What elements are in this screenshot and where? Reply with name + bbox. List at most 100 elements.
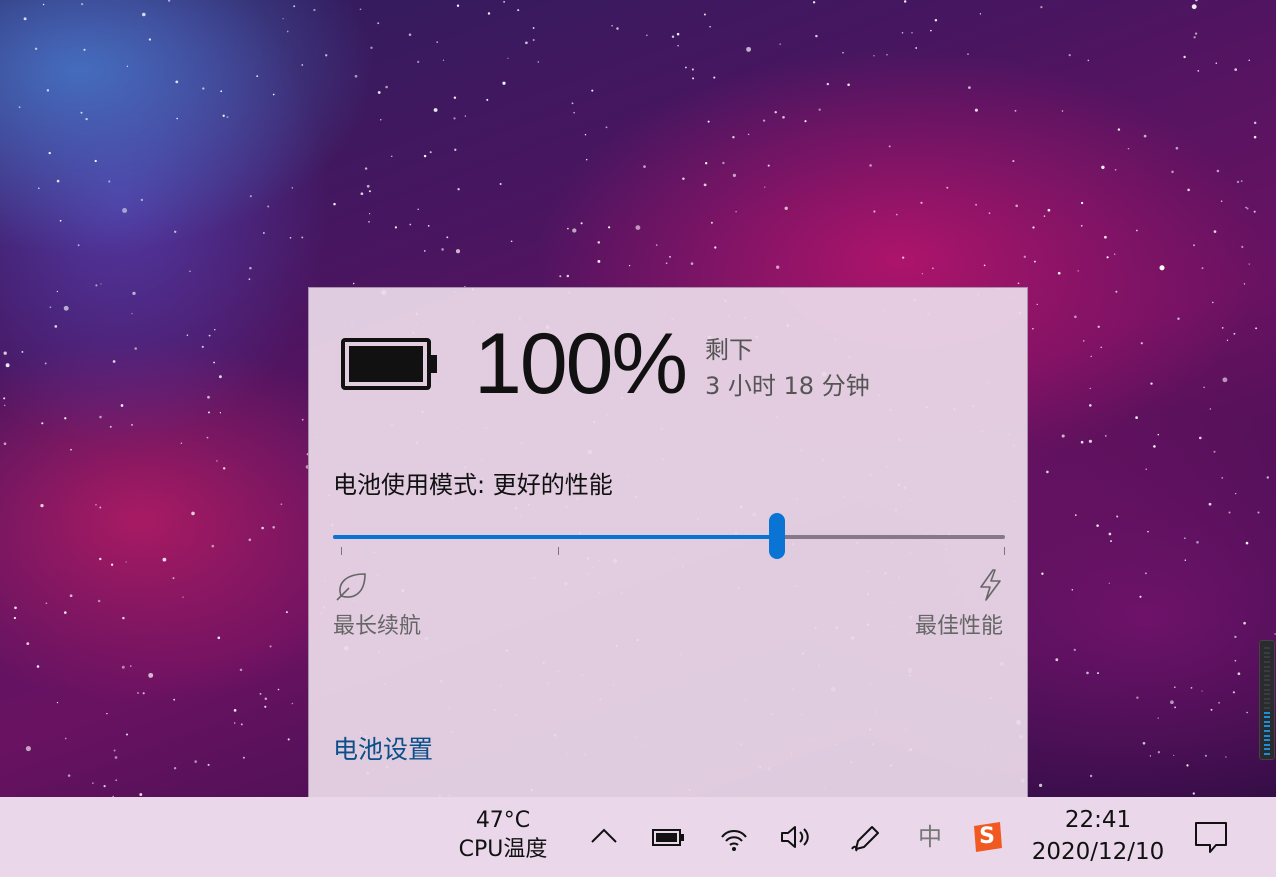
star: [1222, 377, 1228, 383]
star: [206, 436, 209, 439]
slider-thumb[interactable]: [769, 513, 785, 559]
star: [423, 250, 426, 252]
sogou-icon[interactable]: S: [970, 820, 1004, 854]
star: [1159, 265, 1165, 271]
star: [1184, 537, 1186, 539]
star: [13, 616, 17, 620]
slider-fill: [333, 535, 777, 539]
star: [220, 90, 223, 93]
star: [3, 351, 7, 355]
star: [408, 33, 412, 36]
battery-icon[interactable]: [650, 819, 686, 855]
star: [1246, 207, 1249, 210]
power-mode-slider[interactable]: [333, 513, 1005, 559]
star: [1201, 690, 1203, 692]
star: [80, 111, 83, 114]
star: [1212, 301, 1214, 304]
best-battery-label: 最长续航: [333, 614, 422, 639]
star: [762, 119, 766, 122]
star: [191, 511, 195, 516]
star: [1014, 109, 1017, 112]
star: [359, 8, 362, 11]
star: [240, 723, 243, 726]
meter-level: [1264, 697, 1270, 700]
star: [1089, 774, 1093, 778]
clock[interactable]: 22:41 2020/12/10: [1030, 805, 1166, 869]
star: [1243, 283, 1246, 285]
pen-icon[interactable]: [848, 819, 884, 855]
star: [1187, 188, 1190, 192]
star: [261, 526, 264, 530]
star: [1088, 439, 1092, 443]
star: [1114, 168, 1117, 171]
star: [1186, 764, 1189, 767]
star: [148, 38, 152, 41]
star: [1213, 450, 1216, 453]
star: [532, 27, 535, 29]
star: [597, 241, 601, 244]
star: [517, 9, 520, 12]
star: [709, 25, 711, 28]
slider-tick: [1004, 547, 1005, 555]
star: [1245, 541, 1249, 545]
star: [1082, 340, 1085, 342]
star: [1221, 327, 1224, 329]
star: [83, 48, 86, 51]
star: [176, 117, 178, 120]
meter-level: [1264, 725, 1270, 728]
star: [847, 83, 850, 87]
star: [1117, 128, 1121, 131]
star: [167, 0, 171, 2]
star: [249, 195, 252, 198]
input-method-icon[interactable]: 中: [912, 819, 948, 855]
star: [1087, 59, 1090, 62]
star: [572, 228, 577, 233]
star: [1233, 332, 1236, 335]
star: [968, 86, 971, 89]
meter-level: [1264, 720, 1270, 723]
meter-level: [1264, 688, 1270, 691]
star: [1266, 476, 1270, 479]
star: [233, 722, 236, 724]
star: [1257, 511, 1260, 514]
star: [457, 188, 460, 191]
star: [108, 180, 111, 183]
star: [287, 738, 290, 741]
star: [272, 93, 275, 96]
meter-level: [1264, 734, 1270, 737]
cpu-temperature-widget[interactable]: 47°C CPU温度: [440, 807, 566, 865]
battery-settings-link[interactable]: 电池设置: [333, 730, 433, 766]
star: [896, 213, 898, 216]
star: [1023, 255, 1026, 258]
side-level-meter: [1259, 640, 1275, 760]
star: [325, 54, 328, 57]
star: [1194, 32, 1198, 35]
star: [1234, 659, 1237, 662]
star: [14, 606, 17, 610]
star: [301, 236, 304, 239]
star: [370, 46, 373, 49]
slider-tick: [558, 547, 559, 555]
star: [1215, 62, 1218, 64]
star: [1153, 445, 1156, 448]
star: [1204, 754, 1207, 757]
star: [967, 53, 969, 55]
star: [427, 225, 430, 227]
wifi-icon[interactable]: [716, 819, 752, 855]
action-center-icon[interactable]: [1192, 818, 1230, 856]
star: [1080, 201, 1084, 205]
star: [172, 577, 175, 580]
speaker-icon[interactable]: [778, 819, 814, 855]
star: [746, 46, 752, 52]
star: [208, 411, 210, 414]
star: [385, 85, 388, 89]
star: [1175, 146, 1179, 150]
star: [873, 210, 876, 213]
chevron-up-icon[interactable]: [586, 819, 622, 855]
star: [502, 81, 506, 85]
star: [3, 442, 7, 446]
star: [464, 115, 467, 117]
star: [499, 182, 502, 186]
star: [120, 404, 124, 407]
star: [417, 60, 420, 64]
